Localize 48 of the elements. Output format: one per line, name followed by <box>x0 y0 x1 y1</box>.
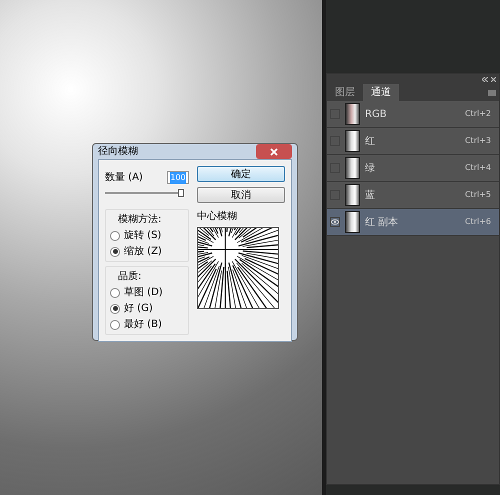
radio-label[interactable]: 草图 (D) <box>124 285 163 300</box>
radio-button[interactable] <box>110 288 120 298</box>
panel-tab[interactable]: 通道 <box>363 84 399 101</box>
channel-shortcut: Ctrl+2 <box>464 108 491 120</box>
visibility-toggle[interactable] <box>330 217 340 227</box>
radial-blur-preview-drawing[interactable] <box>197 227 279 309</box>
preview-title: 中心模糊 <box>197 210 238 224</box>
radio-label[interactable]: 好 (G) <box>124 301 153 316</box>
channel-row[interactable]: 红 副本 Ctrl+6 <box>327 209 499 236</box>
channel-thumbnail <box>345 130 360 152</box>
channel-row[interactable]: 绿 Ctrl+4 <box>327 155 499 182</box>
group-title: 模糊方法: <box>117 212 162 227</box>
dialog-button[interactable]: 取消 <box>197 187 285 203</box>
amount-label: 数量 (A) <box>105 171 143 185</box>
channel-thumbnail <box>345 211 360 233</box>
channel-row[interactable]: 蓝 Ctrl+5 <box>327 182 499 209</box>
collapse-icon[interactable] <box>482 76 488 82</box>
radio-label[interactable]: 缩放 (Z) <box>124 244 162 259</box>
radio-button[interactable] <box>110 320 120 330</box>
channel-shortcut: Ctrl+3 <box>464 135 491 147</box>
radio-button[interactable] <box>110 304 120 314</box>
channel-thumbnail <box>345 103 360 125</box>
channel-row[interactable]: RGB Ctrl+2 <box>327 101 499 128</box>
channel-row[interactable]: 红 Ctrl+3 <box>327 128 499 155</box>
channel-thumbnail <box>345 157 360 179</box>
channel-name: RGB <box>365 108 388 122</box>
channel-shortcut: Ctrl+6 <box>464 216 491 228</box>
eye-icon <box>331 219 339 225</box>
channel-shortcut: Ctrl+5 <box>464 189 491 201</box>
group-title: 品质: <box>117 270 142 284</box>
dialog-title: 径向模糊 <box>98 144 138 159</box>
radio-button[interactable] <box>110 230 120 240</box>
channel-name: 红 副本 <box>365 216 400 230</box>
close-icon[interactable] <box>491 76 496 82</box>
radio-button[interactable] <box>110 246 120 256</box>
channel-name: 红 <box>365 134 376 148</box>
channel-shortcut: Ctrl+4 <box>464 162 491 174</box>
close-icon <box>270 148 278 156</box>
radio-label[interactable]: 最好 (B) <box>124 317 162 332</box>
radio-label[interactable]: 旋转 (S) <box>124 228 162 243</box>
channel-thumbnail <box>345 184 360 206</box>
channel-name: 绿 <box>365 162 376 176</box>
panel-menu-icon[interactable] <box>488 90 496 96</box>
panel-tab[interactable]: 图层 <box>327 84 363 101</box>
amount-slider-thumb[interactable] <box>178 189 184 197</box>
close-button[interactable] <box>256 144 292 159</box>
dialog-button[interactable]: 确定 <box>197 166 285 182</box>
channel-name: 蓝 <box>365 188 376 202</box>
